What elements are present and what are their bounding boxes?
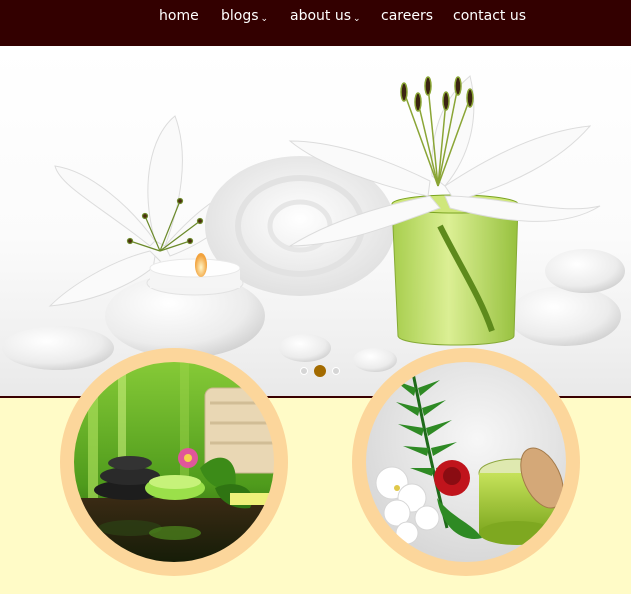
nav-item-label: about us <box>290 8 352 24</box>
spa-hero-image <box>2 75 625 372</box>
hero-slider <box>0 46 631 396</box>
nav-item-label: contact us <box>453 8 527 24</box>
nav-item-label: home <box>159 8 199 24</box>
chevron-down-icon: ⌄ <box>260 14 269 24</box>
nav-item-careers[interactable]: careers <box>381 6 433 26</box>
nav-item-contact-us[interactable]: contact us <box>453 6 526 26</box>
slider-dot-2[interactable] <box>314 365 326 377</box>
spa-stones-image <box>68 356 280 568</box>
slider-pagination <box>298 364 344 378</box>
nav-item-label: blogs <box>221 8 259 24</box>
top-nav-bar: home blogs ⌄ about us ⌄ careers contact us <box>0 0 631 46</box>
slider-dot-3[interactable] <box>332 367 340 375</box>
nav-item-label: careers <box>381 8 434 24</box>
slider-dot-1[interactable] <box>300 367 308 375</box>
nav-item-about-us[interactable]: about us ⌄ <box>290 6 361 28</box>
chevron-down-icon: ⌄ <box>353 14 361 24</box>
flowers-cream-image <box>360 356 572 568</box>
feature-circle-spa-stones[interactable] <box>60 348 288 576</box>
feature-circle-flowers-cream[interactable] <box>352 348 580 576</box>
nav-item-blogs[interactable]: blogs ⌄ <box>221 6 268 28</box>
nav-item-home[interactable]: home <box>159 6 199 26</box>
